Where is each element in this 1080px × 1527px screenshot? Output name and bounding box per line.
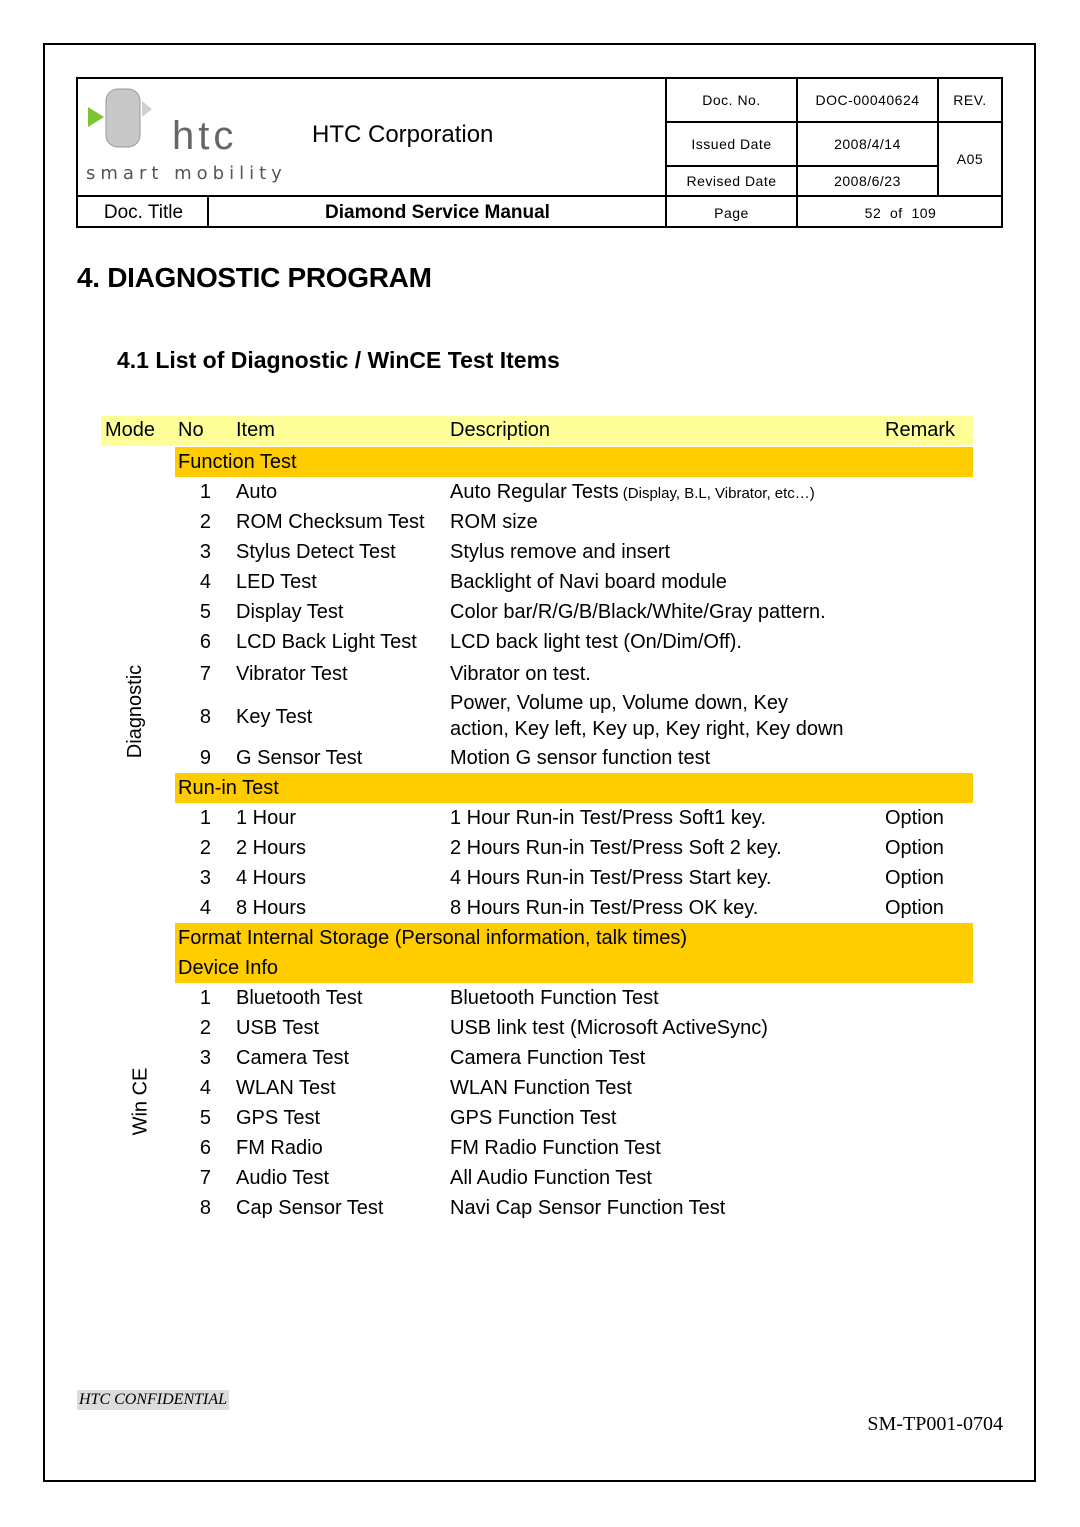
table-row: 9G Sensor Test Motion G sensor function t… xyxy=(199,746,711,769)
col-remark: Remark xyxy=(885,419,956,441)
col-no: No xyxy=(178,419,204,441)
table-row: 1 Bluetooth Test Bluetooth Function Test xyxy=(199,986,659,1009)
mode-diagnostic: Diagnostic xyxy=(124,664,147,759)
table-row: 11 Hour 1 Hour Run-in Test/Press Soft1 ke… xyxy=(199,806,944,829)
company-name: HTC Corporation xyxy=(312,121,494,148)
table-row: 8 Cap Sensor Test Navi Cap Sensor Function… xyxy=(199,1196,726,1219)
issued-date: 2008/4/14 xyxy=(834,136,901,152)
table-header: Mode No Item Description Remark xyxy=(101,416,973,446)
section-format-storage: Format Internal Storage (Personal inform… xyxy=(175,923,973,953)
rev-value: A05 xyxy=(956,151,984,167)
table-row: 5 Display Test Color bar/R/G/B/Black/White… xyxy=(199,600,826,623)
table-row: 5 GPS Test GPS Function Test xyxy=(199,1106,617,1129)
table-row: 7 Vibrator Test Vibrator on test. xyxy=(199,662,591,685)
table-row: 2 ROM Checksum Test ROM size xyxy=(199,510,538,533)
doc-title-label: Doc. Title xyxy=(103,201,184,223)
table-row: 34 Hours 4 Hours Run-in Test/Press Start … xyxy=(199,866,944,889)
table-row: 6 LCD Back Light Test LCD back light test … xyxy=(199,630,742,653)
table-row: 48 Hours 8 Hours Run-in Test/Press OK key… xyxy=(199,896,944,919)
section-heading: 4. DIAGNOSTIC PROGRAM xyxy=(77,262,432,293)
table-row: 22 Hours 2 Hours Run-in Test/Press Soft 2… xyxy=(199,836,944,859)
col-mode: Mode xyxy=(105,419,156,441)
mode-wince: Win CE xyxy=(129,1067,152,1136)
col-description: Description xyxy=(450,419,551,441)
page-number: 52 of 109 xyxy=(864,204,937,221)
doc-id: SM-TP001-0704 xyxy=(867,1413,1003,1435)
page-label: Page xyxy=(714,204,749,221)
section-function-test: Function Test xyxy=(175,447,973,477)
doc-no-label: Doc. No. xyxy=(702,92,761,108)
doc-title: Diamond Service Manual xyxy=(325,201,550,223)
table-row: 8 Key Test Power, Volume up, Volume down,… xyxy=(199,692,844,740)
confidential-label: HTC CONFIDENTIAL xyxy=(77,1390,230,1410)
table-row: 7 Audio Test All Audio Function Test xyxy=(199,1166,652,1189)
rev-label: REV. xyxy=(953,92,987,108)
table-row: 3 Stylus Detect Test Stylus remove and ins… xyxy=(199,540,671,563)
section-runin-test: Run-in Test xyxy=(175,773,973,803)
svg-text:htc: htc xyxy=(172,114,237,158)
revised-date-label: Revised Date xyxy=(686,173,777,189)
subsection-heading: 4.1 List of Diagnostic / WinCE Test Item… xyxy=(117,347,560,373)
revised-date: 2008/6/23 xyxy=(834,173,901,189)
doc-no: DOC-00040624 xyxy=(815,92,920,108)
table-row: 3 Camera Test Camera Function Test xyxy=(199,1046,646,1069)
svg-text:smart mobility: smart mobility xyxy=(86,163,287,184)
table-row: 6 FM Radio FM Radio Function Test xyxy=(199,1136,661,1159)
issued-date-label: Issued Date xyxy=(691,136,772,152)
col-item: Item xyxy=(236,419,275,441)
table-row: 4 LED Test Backlight of Navi board module xyxy=(199,570,727,593)
document-header: htc smart mobility HTC Corporation Doc. … xyxy=(76,77,1003,228)
table-row: 2 USB Test USB link test (Microsoft Active… xyxy=(199,1016,768,1039)
table-row: 1 Auto Auto Regular Tests (Display, B.L, … xyxy=(199,480,815,503)
table-row: 4 WLAN Test WLAN Function Test xyxy=(199,1076,632,1099)
htc-logo: htc smart mobility xyxy=(82,83,296,187)
section-device-info: Device Info xyxy=(175,953,973,983)
